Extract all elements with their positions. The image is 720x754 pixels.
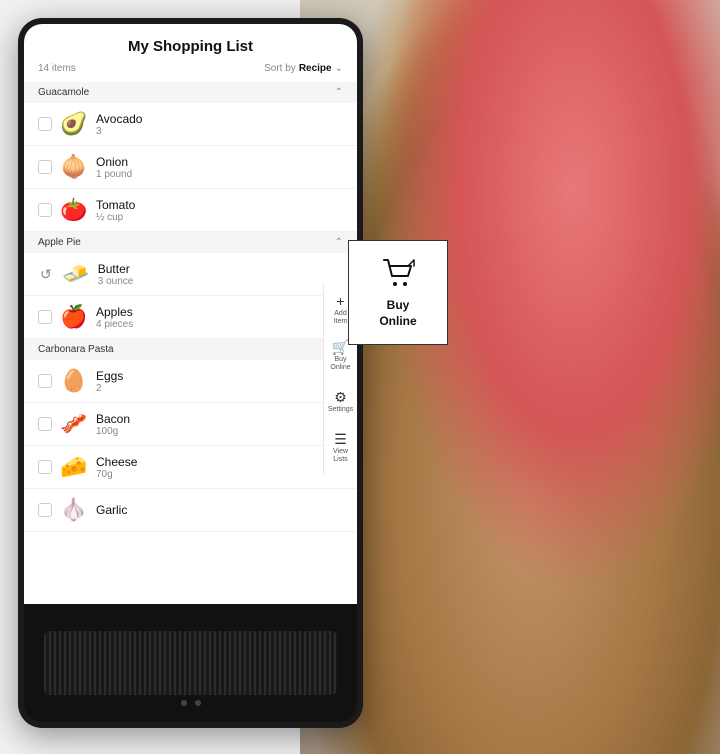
avocado-info: Avocado 3 bbox=[96, 112, 343, 137]
onion-checkbox[interactable] bbox=[38, 160, 52, 174]
onion-info: Onion 1 pound bbox=[96, 155, 343, 180]
speaker-dot bbox=[181, 700, 187, 706]
section-apple-pie-chevron: ⌃ bbox=[335, 237, 343, 248]
app-meta: 14 items Sort by Recipe ⌄ bbox=[24, 63, 357, 82]
section-apple-pie-label: Apple Pie bbox=[38, 237, 81, 248]
apples-info: Apples 4 pieces bbox=[96, 305, 343, 330]
speaker-dots bbox=[181, 700, 201, 706]
eggs-checkbox[interactable] bbox=[38, 374, 52, 388]
butter-info: Butter 3 ounce bbox=[98, 262, 343, 287]
tomato-info: Tomato ½ cup bbox=[96, 198, 343, 223]
bacon-name: Bacon bbox=[96, 412, 343, 426]
garlic-checkbox[interactable] bbox=[38, 503, 52, 517]
garlic-name: Garlic bbox=[96, 503, 343, 517]
cart-icon bbox=[380, 256, 416, 292]
tomato-name: Tomato bbox=[96, 198, 343, 212]
apples-qty: 4 pieces bbox=[96, 319, 343, 330]
bacon-info: Bacon 100g bbox=[96, 412, 343, 437]
garlic-emoji: 🧄 bbox=[60, 497, 88, 523]
speaker-dot bbox=[195, 700, 201, 706]
cheese-emoji: 🧀 bbox=[60, 454, 88, 480]
settings-icon: ⚙ bbox=[334, 390, 347, 404]
list-item: 🧄 Garlic bbox=[24, 489, 357, 532]
sort-label: Sort by bbox=[264, 63, 296, 74]
cheese-name: Cheese bbox=[96, 455, 343, 469]
onion-name: Onion bbox=[96, 155, 343, 169]
add-icon: + bbox=[336, 294, 344, 308]
avocado-checkbox[interactable] bbox=[38, 117, 52, 131]
list-item: 🥑 Avocado 3 bbox=[24, 103, 357, 146]
avocado-name: Avocado bbox=[96, 112, 343, 126]
sort-chevron: ⌄ bbox=[335, 63, 343, 74]
view-lists-label: ViewLists bbox=[333, 448, 348, 465]
grocery-person-image bbox=[300, 0, 720, 754]
onion-emoji: 🧅 bbox=[60, 154, 88, 180]
cheese-info: Cheese 70g bbox=[96, 455, 343, 480]
list-item: 🧀 Cheese 70g bbox=[24, 446, 357, 489]
list-item: 🥚 Eggs 2 bbox=[24, 360, 357, 403]
section-guacamole-chevron: ⌃ bbox=[335, 87, 343, 98]
list-item: 🥓 Bacon 100g bbox=[24, 403, 357, 446]
speaker-grille bbox=[44, 631, 337, 696]
eggs-name: Eggs bbox=[96, 369, 343, 383]
item-count: 14 items bbox=[38, 63, 76, 74]
bacon-qty: 100g bbox=[96, 426, 343, 437]
buy-online-sidebar-label: BuyOnline bbox=[330, 356, 350, 373]
apples-name: Apples bbox=[96, 305, 343, 319]
section-guacamole[interactable]: Guacamole ⌃ bbox=[24, 82, 357, 103]
onion-qty: 1 pound bbox=[96, 169, 343, 180]
sort-by[interactable]: Sort by Recipe ⌄ bbox=[264, 63, 343, 74]
buy-online-label: BuyOnline bbox=[379, 298, 416, 329]
cart-sidebar-icon: 🛒 bbox=[332, 340, 349, 354]
avocado-emoji: 🥑 bbox=[60, 111, 88, 137]
settings-button[interactable]: ⚙ Settings bbox=[325, 380, 357, 424]
cheese-qty: 70g bbox=[96, 469, 343, 480]
device-frame: My Shopping List 14 items Sort by Recipe… bbox=[18, 18, 363, 728]
section-carbonara-label: Carbonara Pasta bbox=[38, 344, 114, 355]
garlic-info: Garlic bbox=[96, 503, 343, 517]
cheese-checkbox[interactable] bbox=[38, 460, 52, 474]
list-item: 🧅 Onion 1 pound bbox=[24, 146, 357, 189]
butter-emoji: 🧈 bbox=[62, 261, 90, 287]
tomato-qty: ½ cup bbox=[96, 212, 343, 223]
lists-icon: ☰ bbox=[334, 432, 347, 446]
list-item: 🍎 Apples 4 pieces bbox=[24, 296, 357, 339]
add-label: AddItem bbox=[334, 310, 348, 327]
section-apple-pie[interactable]: Apple Pie ⌃ bbox=[24, 232, 357, 253]
avocado-qty: 3 bbox=[96, 126, 343, 137]
sort-value: Recipe bbox=[299, 63, 332, 74]
butter-qty: 3 ounce bbox=[98, 276, 343, 287]
eggs-qty: 2 bbox=[96, 383, 343, 394]
section-carbonara[interactable]: Carbonara Pasta ⌃ bbox=[24, 339, 357, 360]
eggs-emoji: 🥚 bbox=[60, 368, 88, 394]
apples-checkbox[interactable] bbox=[38, 310, 52, 324]
eggs-info: Eggs 2 bbox=[96, 369, 343, 394]
apples-emoji: 🍎 bbox=[60, 304, 88, 330]
bacon-checkbox[interactable] bbox=[38, 417, 52, 431]
butter-name: Butter bbox=[98, 262, 343, 276]
tomato-checkbox[interactable] bbox=[38, 203, 52, 217]
bacon-emoji: 🥓 bbox=[60, 411, 88, 437]
background-image bbox=[300, 0, 720, 754]
section-guacamole-label: Guacamole bbox=[38, 87, 89, 98]
buy-online-card[interactable]: BuyOnline bbox=[348, 240, 448, 345]
device-speaker bbox=[24, 604, 357, 722]
tomato-emoji: 🍅 bbox=[60, 197, 88, 223]
app-title: My Shopping List bbox=[24, 24, 357, 63]
list-item: 🍅 Tomato ½ cup bbox=[24, 189, 357, 232]
list-item: ↺ 🧈 Butter 3 ounce bbox=[24, 253, 357, 296]
device-screen: My Shopping List 14 items Sort by Recipe… bbox=[24, 24, 357, 604]
app-content: My Shopping List 14 items Sort by Recipe… bbox=[24, 24, 357, 604]
settings-label: Settings bbox=[328, 406, 353, 414]
view-lists-button[interactable]: ☰ ViewLists bbox=[325, 426, 357, 470]
undo-button[interactable]: ↺ bbox=[38, 264, 54, 285]
